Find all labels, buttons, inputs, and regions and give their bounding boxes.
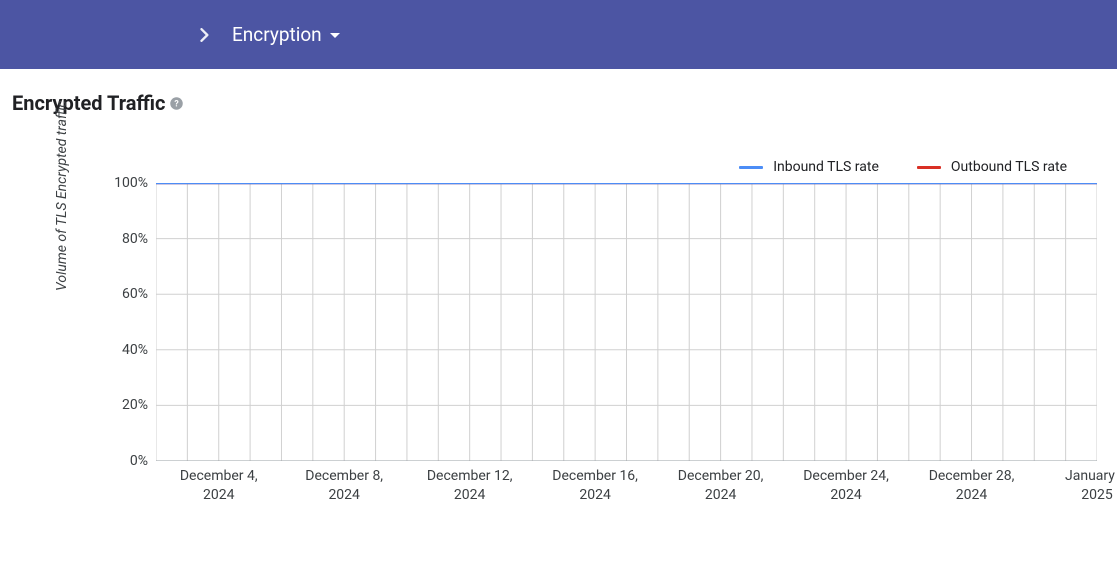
y-tick: 0% — [88, 453, 148, 469]
section-title: Encrypted Traffic — [12, 91, 165, 115]
x-tick: December 4,2024 — [159, 467, 279, 505]
chart-plot-area[interactable] — [156, 183, 1097, 461]
breadcrumb-encryption-dropdown[interactable]: Encryption — [232, 23, 340, 46]
caret-down-icon — [330, 33, 340, 38]
help-icon[interactable]: ? — [169, 96, 184, 111]
legend-label-inbound: Inbound TLS rate — [773, 159, 879, 175]
x-tick: December 16,2024 — [535, 467, 655, 505]
svg-text:?: ? — [175, 99, 180, 109]
x-tick: December 24,2024 — [786, 467, 906, 505]
chevron-right-icon — [200, 28, 210, 42]
y-axis-label: Volume of TLS Encrypted traffic — [54, 100, 70, 291]
content-area: Encrypted Traffic ? Inbound TLS rate Out… — [0, 69, 1117, 521]
legend-swatch-inbound — [739, 166, 763, 169]
x-tick: December 28,2024 — [912, 467, 1032, 505]
legend-item-inbound[interactable]: Inbound TLS rate — [739, 159, 879, 175]
y-tick: 60% — [88, 286, 148, 302]
x-tick: January 1,2025 — [1037, 467, 1117, 505]
y-tick: 20% — [88, 397, 148, 413]
x-tick: December 20,2024 — [661, 467, 781, 505]
breadcrumb-label: Encryption — [232, 23, 322, 46]
legend-item-outbound[interactable]: Outbound TLS rate — [917, 159, 1067, 175]
chart-legend: Inbound TLS rate Outbound TLS rate — [739, 159, 1067, 175]
chart-container: Inbound TLS rate Outbound TLS rate Volum… — [12, 161, 1105, 521]
x-tick: December 12,2024 — [410, 467, 530, 505]
legend-swatch-outbound — [917, 166, 941, 169]
y-tick: 40% — [88, 342, 148, 358]
legend-label-outbound: Outbound TLS rate — [951, 159, 1067, 175]
top-nav-bar: Encryption — [0, 0, 1117, 69]
x-tick: December 8,2024 — [284, 467, 404, 505]
y-tick: 80% — [88, 231, 148, 247]
y-tick: 100% — [88, 175, 148, 191]
section-title-row: Encrypted Traffic ? — [12, 91, 1105, 115]
chart-svg — [156, 183, 1097, 461]
